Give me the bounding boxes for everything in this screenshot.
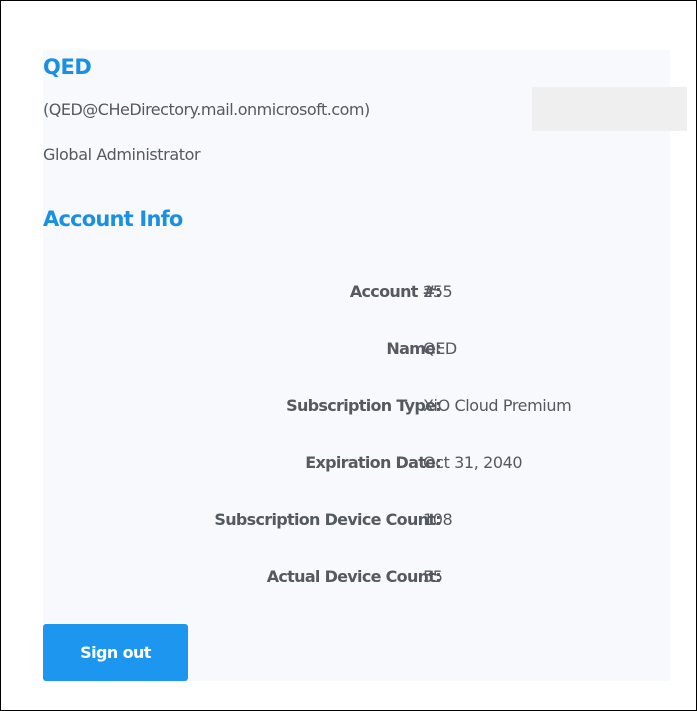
account-popup: QED (QED@CHeDirectory.mail.onmicrosoft.c… (0, 0, 697, 711)
info-row-actual-device-count: Actual Device Count: 55 (43, 567, 663, 593)
info-label: Expiration Date: (305, 453, 441, 472)
user-email: (QED@CHeDirectory.mail.onmicrosoft.com) (43, 100, 370, 119)
user-name: QED (43, 55, 92, 79)
info-row-expiration-date: Expiration Date: Oct 31, 2040 (43, 453, 663, 479)
info-row-name: Name: QED (43, 339, 663, 365)
info-label: Subscription Type: (286, 396, 442, 415)
info-value: 255 (423, 282, 453, 301)
info-value: 108 (423, 510, 453, 529)
info-label: Subscription Device Count: (214, 510, 441, 529)
account-info-title: Account Info (43, 207, 183, 231)
info-row-account-number: Account #: 255 (43, 282, 663, 308)
info-label: Actual Device Count: (266, 567, 442, 586)
info-value: 55 (423, 567, 443, 586)
info-row-subscription-device-count: Subscription Device Count: 108 (43, 510, 663, 536)
redacted-field (532, 87, 687, 131)
info-value: Oct 31, 2040 (423, 453, 523, 472)
info-value: XiO Cloud Premium (423, 396, 572, 415)
info-row-subscription-type: Subscription Type: XiO Cloud Premium (43, 396, 663, 422)
info-value: QED (423, 339, 457, 358)
sign-out-button[interactable]: Sign out (43, 624, 188, 681)
user-role: Global Administrator (43, 145, 201, 164)
